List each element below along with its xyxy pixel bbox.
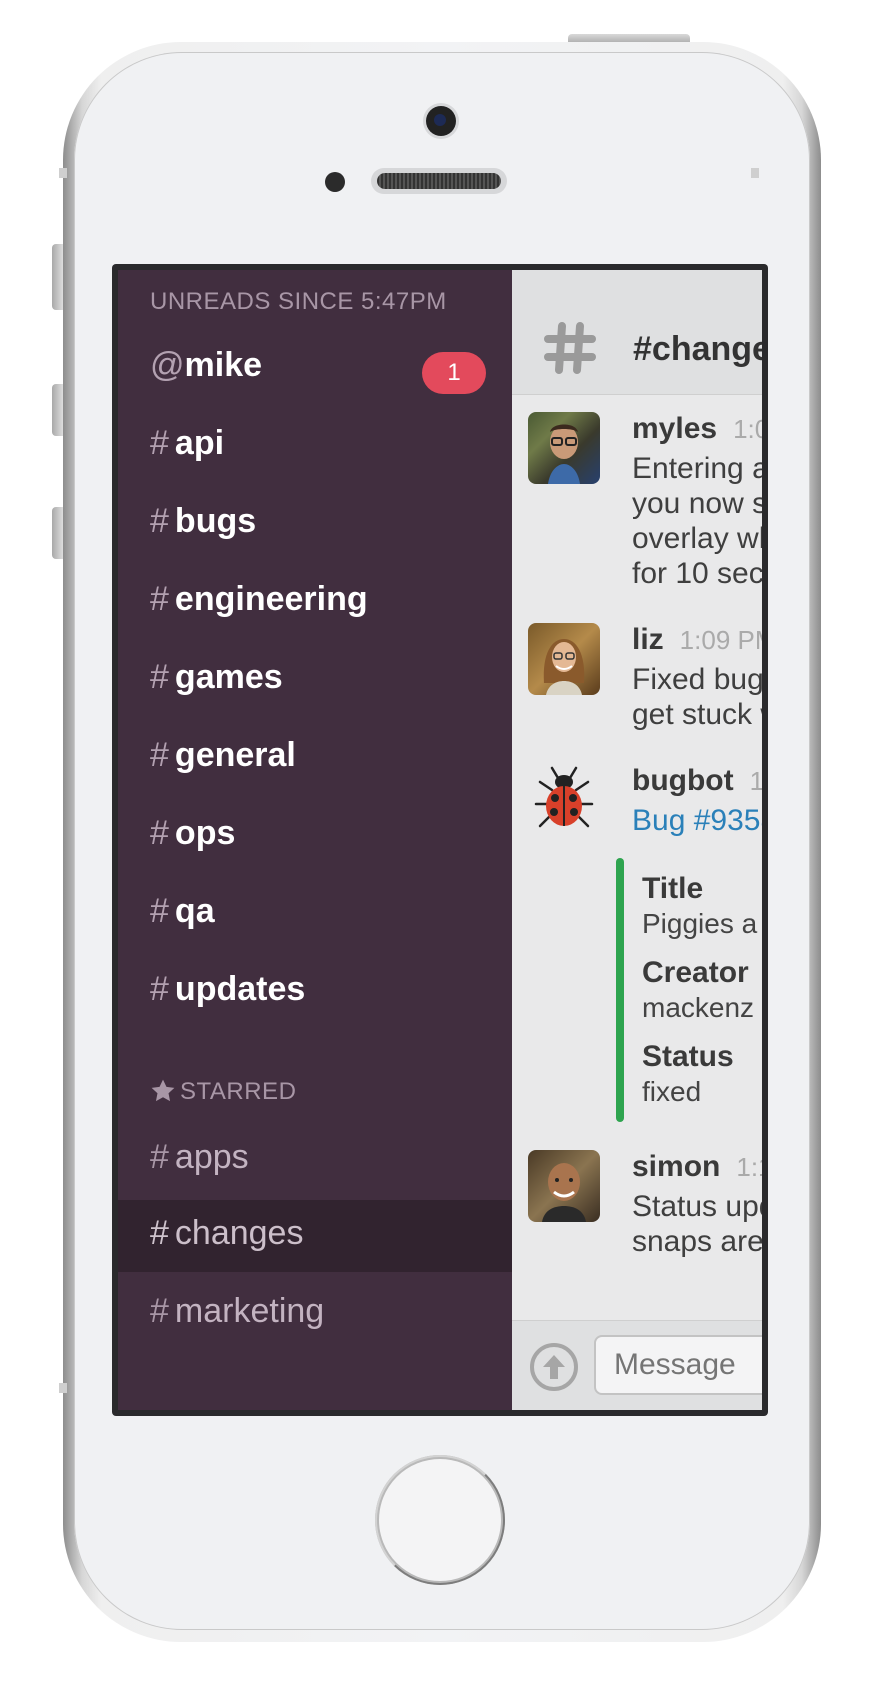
channel-label: marketing — [174, 1292, 325, 1330]
sidebar-item-games[interactable]: # games — [150, 658, 283, 697]
channel-label: bugs — [174, 502, 257, 540]
attachment-field-title: Status — [642, 1040, 734, 1073]
channel-label: api — [174, 424, 225, 462]
antenna-band — [59, 1383, 67, 1393]
bug-link[interactable]: Bug #9358 — [632, 802, 762, 840]
message-text-line: snaps are — [632, 1225, 762, 1258]
channel-title: #changes — [633, 330, 762, 368]
sidebar-item-ops[interactable]: # ops — [150, 814, 235, 853]
attachment-field-value: Piggies a — [642, 908, 758, 939]
author-name: myles — [632, 412, 718, 445]
earpiece-speaker — [371, 168, 507, 194]
sidebar-item-bugs[interactable]: # bugs — [150, 502, 256, 541]
hash-glyph: # — [150, 736, 169, 774]
upload-icon[interactable] — [528, 1341, 580, 1393]
unread-badge: 1 — [422, 352, 486, 394]
sidebar-item-engineering[interactable]: # engineering — [150, 580, 368, 619]
hash-glyph: # — [150, 1214, 169, 1252]
avatar — [528, 1150, 600, 1222]
author-name: simon — [632, 1150, 721, 1183]
message-timestamp: 1:09 PM — [679, 625, 762, 655]
home-button[interactable] — [375, 1455, 505, 1585]
avatar — [528, 623, 600, 695]
channel-label: changes — [174, 1214, 304, 1252]
message-text-line: overlay wh — [632, 522, 762, 555]
message-text-line: get stuck w — [632, 698, 762, 731]
avatar-photo-icon — [543, 639, 585, 695]
channel-label: general — [174, 736, 296, 774]
channel-label: engineering — [174, 580, 368, 618]
author-name: bugbot — [632, 764, 734, 797]
hash-glyph: # — [150, 658, 169, 696]
message-author[interactable]: simon 1:1 — [632, 1150, 762, 1184]
message-text-line: Fixed bug — [632, 663, 762, 696]
sidebar-item-api[interactable]: # api — [150, 424, 224, 463]
at-sign: @ — [150, 346, 185, 384]
message-timestamp: 1:1 — [736, 1152, 762, 1182]
sidebar-item-general[interactable]: # general — [150, 736, 296, 775]
message-timestamp: 1: — [749, 766, 762, 796]
hash-icon[interactable] — [544, 322, 596, 374]
hash-glyph: # — [150, 814, 169, 852]
message-input[interactable] — [594, 1335, 762, 1395]
dm-item-mike[interactable]: @mike — [150, 346, 262, 385]
attachment-field-title: Title — [642, 872, 704, 905]
channel-label: updates — [174, 970, 306, 1008]
avatar — [528, 412, 600, 484]
message-text-line: Status upd — [632, 1190, 762, 1223]
chat-header: #changes — [512, 270, 762, 395]
phone-screen: UNREADS SINCE 5:47PM @mike 1 # api # bugs … — [112, 264, 768, 1416]
channel-sidebar: UNREADS SINCE 5:47PM @mike 1 # api # bugs … — [118, 270, 512, 1410]
message-author[interactable]: liz 1:09 PM — [632, 623, 762, 657]
channel-label: ops — [174, 814, 236, 852]
ladybug-icon — [534, 766, 594, 828]
message-author[interactable]: bugbot 1: — [632, 764, 762, 798]
message-text-line: Entering a — [632, 452, 762, 485]
attachment-bar — [616, 858, 624, 1122]
chat-pane: #changes myles1:07 Entering a you now s … — [512, 270, 762, 1410]
sidebar-item-changes[interactable]: # changes — [118, 1200, 512, 1272]
starred-header: STARRED — [180, 1078, 297, 1105]
hash-glyph: # — [150, 970, 169, 1008]
proximity-sensor — [325, 172, 345, 192]
channel-label: qa — [174, 892, 215, 930]
hash-glyph: # — [150, 502, 169, 540]
star-icon — [151, 1079, 175, 1102]
front-camera — [426, 106, 456, 136]
message-timestamp: 1:07 — [733, 414, 762, 444]
attachment-field-value: mackenz — [642, 992, 755, 1023]
active-channel-label-wrap: # changes — [150, 1214, 303, 1253]
dm-name: mike — [184, 346, 263, 384]
message-composer — [512, 1320, 762, 1410]
avatar-photo-icon — [542, 1163, 586, 1222]
hash-glyph: # — [150, 1292, 169, 1330]
hash-glyph: # — [150, 1138, 169, 1176]
hash-glyph: # — [150, 580, 169, 618]
attachment-field-title: Creator — [642, 956, 749, 989]
unreads-header: UNREADS SINCE 5:47PM — [150, 288, 447, 315]
channel-label: games — [174, 658, 283, 696]
avatar-photo-icon — [548, 424, 580, 484]
antenna-band — [59, 168, 67, 178]
sidebar-item-updates[interactable]: # updates — [150, 970, 305, 1009]
message-author[interactable]: myles 1:07 — [632, 412, 762, 446]
message-text-line: for 10 seco — [632, 557, 762, 590]
message-text-line: you now s — [632, 487, 762, 520]
sidebar-item-marketing[interactable]: # marketing — [150, 1292, 324, 1331]
antenna-band — [751, 168, 759, 178]
sidebar-item-qa[interactable]: # qa — [150, 892, 215, 931]
attachment-field-value: fixed — [642, 1076, 702, 1107]
hash-glyph: # — [150, 892, 169, 930]
sidebar-item-apps[interactable]: # apps — [150, 1138, 249, 1177]
author-name: liz — [632, 623, 664, 656]
channel-label: apps — [174, 1138, 249, 1176]
hash-glyph: # — [150, 424, 169, 462]
